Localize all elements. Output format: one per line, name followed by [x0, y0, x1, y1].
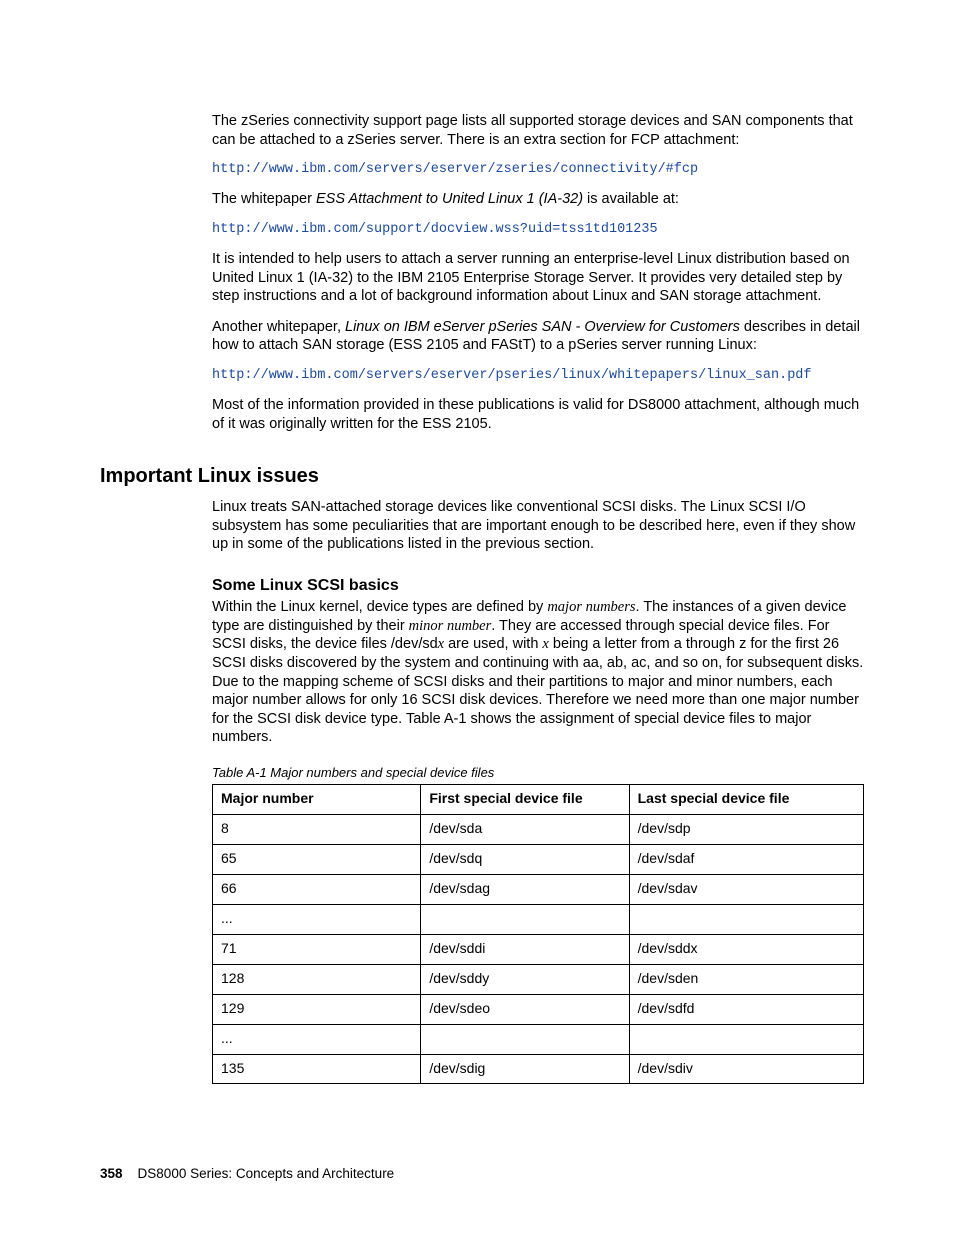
table-row: 8 /dev/sda /dev/sdp	[213, 815, 864, 845]
table-header: Major number	[213, 785, 421, 815]
table-cell: 65	[213, 845, 421, 875]
hyperlink[interactable]: http://www.ibm.com/support/docview.wss?u…	[212, 221, 864, 238]
table-cell: 8	[213, 815, 421, 845]
table-caption: Table A-1 Major numbers and special devi…	[212, 765, 864, 782]
page-footer: 358 DS8000 Series: Concepts and Architec…	[100, 1166, 394, 1181]
table-cell: /dev/sddy	[421, 964, 629, 994]
paragraph: The whitepaper ESS Attachment to United …	[212, 190, 864, 209]
table-cell: /dev/sda	[421, 815, 629, 845]
table-row: 71 /dev/sddi /dev/sddx	[213, 934, 864, 964]
table-cell: /dev/sdiv	[629, 1054, 863, 1084]
text: Within the Linux kernel, device types ar…	[212, 599, 547, 615]
term-minor-number: minor number	[409, 618, 492, 634]
page: The zSeries connectivity support page li…	[0, 0, 954, 1235]
section-content: Linux treats SAN-attached storage device…	[212, 498, 864, 1084]
text: are used, with	[444, 636, 542, 652]
table-cell	[629, 1024, 863, 1054]
table-row: 135 /dev/sdig /dev/sdiv	[213, 1054, 864, 1084]
table-cell: /dev/sdav	[629, 875, 863, 905]
table-row: ...	[213, 905, 864, 935]
table-cell: /dev/sdag	[421, 875, 629, 905]
page-number: 358	[100, 1166, 123, 1181]
paragraph: Most of the information provided in thes…	[212, 396, 864, 433]
hyperlink[interactable]: http://www.ibm.com/servers/eserver/zseri…	[212, 161, 864, 178]
term-major-numbers: major numbers	[547, 599, 635, 615]
footer-title: DS8000 Series: Concepts and Architecture	[138, 1166, 395, 1181]
table-cell: 71	[213, 934, 421, 964]
emphasis: Linux on IBM eServer pSeries SAN - Overv…	[345, 319, 740, 335]
body-content: The zSeries connectivity support page li…	[212, 112, 864, 433]
table-row: 129 /dev/sdeo /dev/sdfd	[213, 994, 864, 1024]
hyperlink[interactable]: http://www.ibm.com/servers/eserver/pseri…	[212, 367, 864, 384]
table-cell: /dev/sden	[629, 964, 863, 994]
paragraph: The zSeries connectivity support page li…	[212, 112, 864, 149]
table-cell	[421, 1024, 629, 1054]
text: Another whitepaper,	[212, 319, 345, 335]
paragraph: Within the Linux kernel, device types ar…	[212, 598, 864, 746]
table-cell: /dev/sdeo	[421, 994, 629, 1024]
table-cell: 129	[213, 994, 421, 1024]
table-cell: /dev/sdig	[421, 1054, 629, 1084]
paragraph: Linux treats SAN-attached storage device…	[212, 498, 864, 554]
table-row: 128 /dev/sddy /dev/sden	[213, 964, 864, 994]
table-cell: 135	[213, 1054, 421, 1084]
table-row: 66 /dev/sdag /dev/sdav	[213, 875, 864, 905]
table-cell: /dev/sdp	[629, 815, 863, 845]
table-cell: /dev/sdaf	[629, 845, 863, 875]
table-cell: ...	[213, 905, 421, 935]
heading-some-linux-scsi-basics: Some Linux SCSI basics	[212, 576, 864, 596]
text: is available at:	[583, 191, 679, 207]
table-cell: /dev/sddi	[421, 934, 629, 964]
heading-important-linux-issues: Important Linux issues	[100, 465, 864, 488]
table-cell: 66	[213, 875, 421, 905]
table-row: 65 /dev/sdq /dev/sdaf	[213, 845, 864, 875]
table-cell	[421, 905, 629, 935]
text: being a letter from a through z for the …	[212, 636, 863, 745]
table-cell	[629, 905, 863, 935]
emphasis: ESS Attachment to United Linux 1 (IA-32)	[316, 191, 583, 207]
table-header-row: Major number First special device file L…	[213, 785, 864, 815]
table-cell: /dev/sddx	[629, 934, 863, 964]
table-cell: /dev/sdfd	[629, 994, 863, 1024]
paragraph: Another whitepaper, Linux on IBM eServer…	[212, 318, 864, 355]
table-cell: /dev/sdq	[421, 845, 629, 875]
table-row: ...	[213, 1024, 864, 1054]
table-cell: 128	[213, 964, 421, 994]
paragraph: It is intended to help users to attach a…	[212, 250, 864, 306]
table-header: Last special device file	[629, 785, 863, 815]
text: The whitepaper	[212, 191, 316, 207]
table-cell: ...	[213, 1024, 421, 1054]
device-files-table: Major number First special device file L…	[212, 784, 864, 1084]
table-header: First special device file	[421, 785, 629, 815]
